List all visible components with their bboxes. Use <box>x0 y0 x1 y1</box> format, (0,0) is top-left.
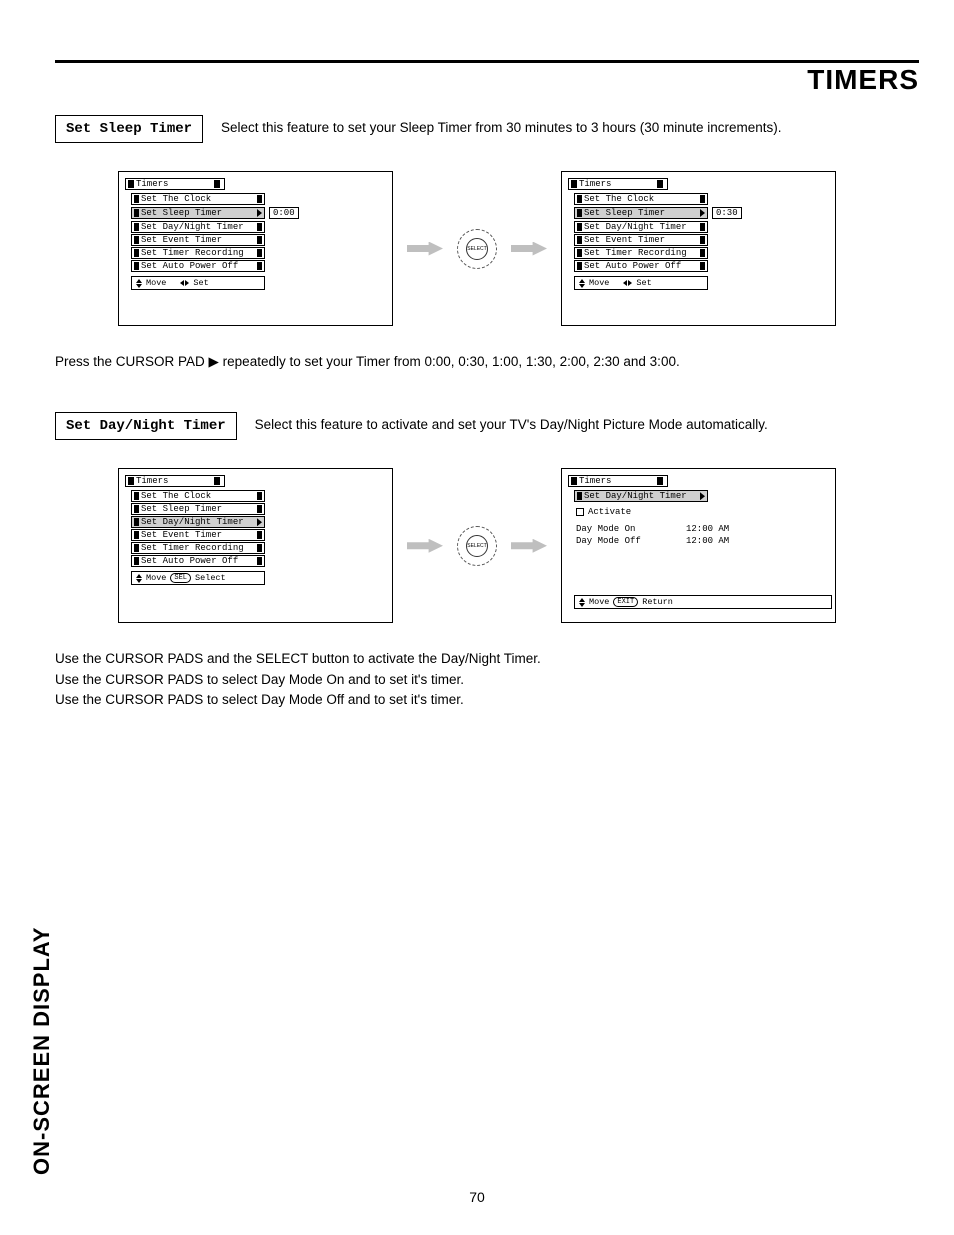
feature-daynight-timer: Set Day/Night Timer Select this feature … <box>55 412 899 440</box>
day-mode-on-row: Day Mode On12:00 AM <box>576 523 821 535</box>
osd-hint: Move EXIT Return <box>574 595 832 609</box>
osd-daynight-before: Timers Set The Clock Set Sleep Timer Set… <box>118 468 393 623</box>
activate-row: Activate <box>576 507 821 517</box>
feature-sleep-timer: Set Sleep Timer Select this feature to s… <box>55 115 899 143</box>
feature-label-sleep: Set Sleep Timer <box>55 115 203 143</box>
osd-item-event: Set Event Timer <box>131 529 265 541</box>
osd-item-sleep-selected: Set Sleep Timer <box>131 207 265 219</box>
osd-item-clock: Set The Clock <box>131 193 265 205</box>
feature-label-daynight: Set Day/Night Timer <box>55 412 237 440</box>
osd-title: Timers <box>568 178 668 190</box>
osd-sub-daynight: Set Day/Night Timer <box>574 490 708 502</box>
osd-item-event: Set Event Timer <box>131 234 265 246</box>
osd-item-sleep: Set Sleep Timer <box>131 503 265 515</box>
osd-sleep-before: Timers Set The Clock Set Sleep Timer 0:0… <box>118 171 393 326</box>
daynight-notes: Use the CURSOR PADS and the SELECT butto… <box>55 649 899 710</box>
feature-desc-sleep: Select this feature to set your Sleep Ti… <box>221 115 782 138</box>
remote-select-button: SELECT <box>457 229 497 269</box>
arrow-icon <box>407 242 443 256</box>
osd-item-auto: Set Auto Power Off <box>574 260 708 272</box>
osd-value-sleep: 0:00 <box>269 207 299 219</box>
remote-select-button: SELECT <box>457 526 497 566</box>
osd-title: Timers <box>125 475 225 487</box>
osd-item-rec: Set Timer Recording <box>574 247 708 259</box>
osd-daynight-after: Timers Set Day/Night Timer Activate Day … <box>561 468 836 623</box>
checkbox-icon <box>576 508 584 516</box>
sleep-note: Press the CURSOR PAD ▶ repeatedly to set… <box>55 352 899 372</box>
page-number: 70 <box>0 1189 954 1205</box>
osd-title: Timers <box>568 475 668 487</box>
select-pill-icon: SEL <box>170 573 191 583</box>
page-title: TIMERS <box>807 64 919 96</box>
arrow-icon <box>407 539 443 553</box>
osd-hint: Move Set <box>574 276 708 290</box>
osd-hint: Move SEL Select <box>131 571 265 585</box>
arrow-icon <box>511 539 547 553</box>
manual-page: TIMERS Set Sleep Timer Select this featu… <box>0 0 954 1235</box>
osd-item-auto: Set Auto Power Off <box>131 555 265 567</box>
osd-sleep-after: Timers Set The Clock Set Sleep Timer 0:3… <box>561 171 836 326</box>
osd-hint: Move Set <box>131 276 265 290</box>
osd-item-sleep-selected: Set Sleep Timer <box>574 207 708 219</box>
osd-item-clock: Set The Clock <box>574 193 708 205</box>
arrow-icon <box>511 242 547 256</box>
osd-item-daynight-selected: Set Day/Night Timer <box>131 516 265 528</box>
osd-item-rec: Set Timer Recording <box>131 542 265 554</box>
exit-pill-icon: EXIT <box>613 597 638 607</box>
sleep-screens: Timers Set The Clock Set Sleep Timer 0:0… <box>55 171 899 326</box>
day-mode-off-row: Day Mode Off12:00 AM <box>576 535 821 547</box>
osd-title: Timers <box>125 178 225 190</box>
osd-value-sleep: 0:30 <box>712 207 742 219</box>
osd-item-rec: Set Timer Recording <box>131 247 265 259</box>
osd-item-daynight: Set Day/Night Timer <box>574 221 708 233</box>
osd-item-auto: Set Auto Power Off <box>131 260 265 272</box>
osd-item-clock: Set The Clock <box>131 490 265 502</box>
daynight-screens: Timers Set The Clock Set Sleep Timer Set… <box>55 468 899 623</box>
osd-title-text: Timers <box>579 179 611 189</box>
feature-desc-daynight: Select this feature to activate and set … <box>255 412 768 435</box>
osd-item-daynight: Set Day/Night Timer <box>131 221 265 233</box>
section-tab: ON-SCREEN DISPLAY <box>29 927 55 1175</box>
osd-item-event: Set Event Timer <box>574 234 708 246</box>
osd-title-text: Timers <box>136 179 168 189</box>
top-rule <box>55 60 919 63</box>
